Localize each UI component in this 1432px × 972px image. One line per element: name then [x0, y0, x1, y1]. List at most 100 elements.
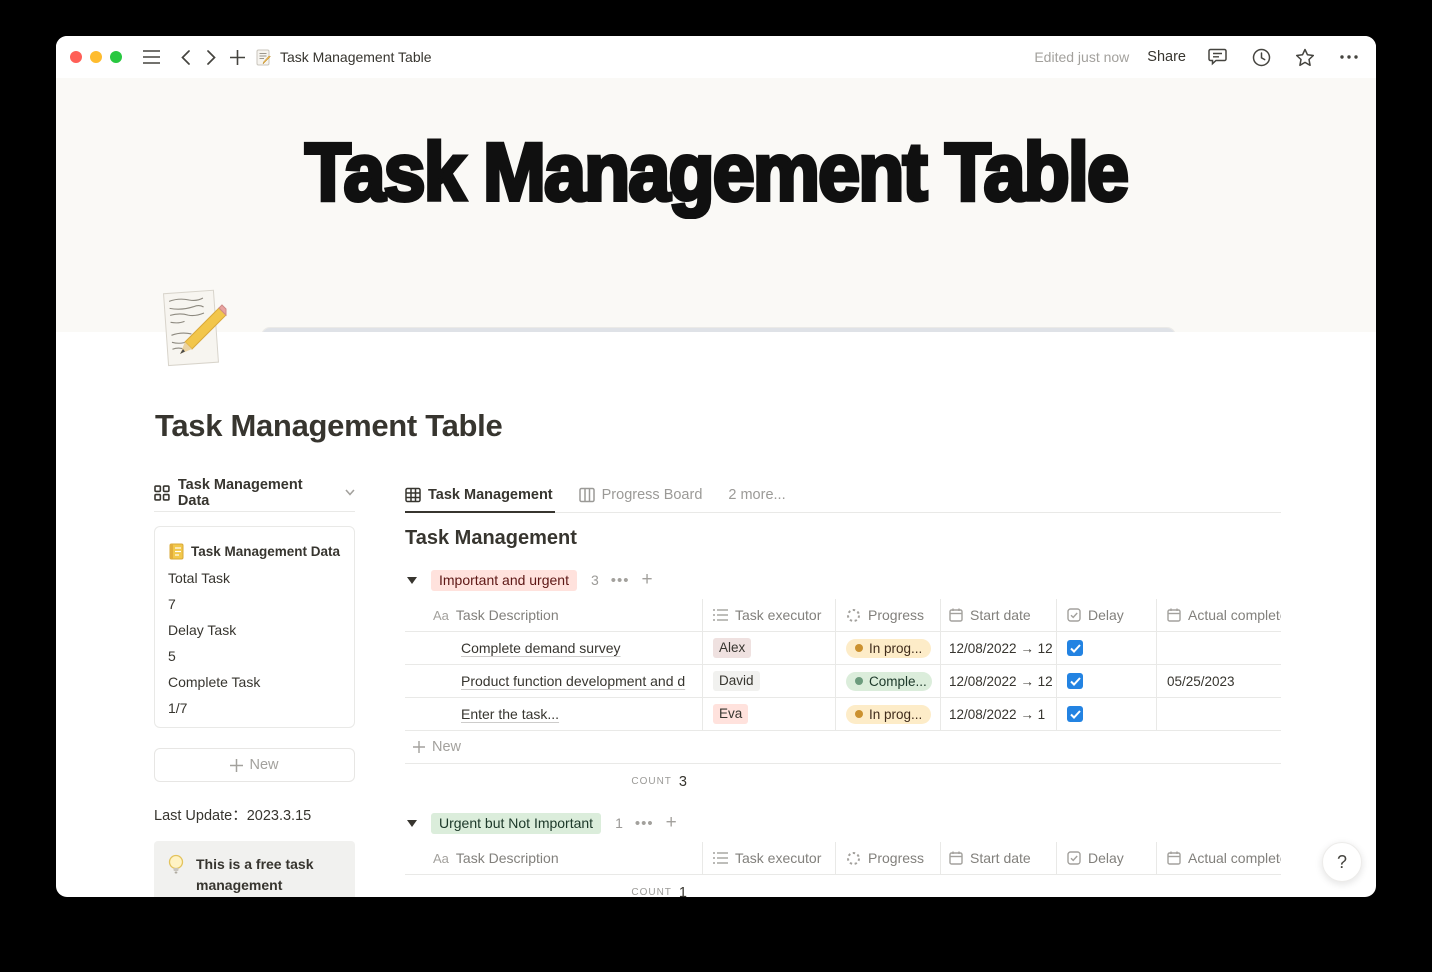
group-calculation[interactable]: COUNT 3 — [405, 764, 703, 799]
table-view-icon — [405, 487, 421, 503]
column-header-task-executor[interactable]: Task executor — [703, 842, 836, 874]
group-more-icon[interactable]: ••• — [611, 572, 630, 589]
info-callout[interactable]: This is a free task management system. — [154, 841, 355, 897]
delay-checkbox[interactable] — [1067, 706, 1083, 722]
column-header-delay[interactable]: Delay — [1057, 599, 1157, 631]
last-update-value: 2023.3.15 — [246, 808, 312, 824]
traffic-zoom-button[interactable] — [110, 51, 122, 63]
column-label: Task Description — [455, 607, 559, 623]
column-header-progress[interactable]: Progress — [836, 599, 941, 631]
column-label: Task executor — [735, 607, 822, 623]
column-header-actual-complete[interactable]: Actual complete — [1157, 599, 1281, 631]
executor-tag[interactable]: Alex — [713, 638, 752, 658]
table-row[interactable]: Complete demand survey Alex In prog... 1… — [405, 632, 1281, 665]
column-label: Delay — [1088, 850, 1124, 866]
column-header-start-date[interactable]: Start date — [941, 842, 1057, 874]
executor-tag[interactable]: David — [713, 671, 760, 691]
column-header-task-description[interactable]: Aa Task Description — [405, 599, 703, 631]
last-update-line: Last Update：2023.3.15 — [154, 804, 355, 825]
comments-icon[interactable] — [1204, 44, 1230, 70]
view-tabs: Task Management Progress Board 2 more... — [405, 478, 1281, 513]
sidebar-new-button[interactable]: New — [154, 748, 355, 782]
start-date-value[interactable]: 12/08/2022 → 1 — [949, 707, 1045, 722]
executor-tag[interactable]: Eva — [713, 704, 749, 724]
nav-forward-icon[interactable] — [198, 44, 224, 70]
status-dot — [855, 677, 863, 685]
stat-value-total-task: 7 — [168, 596, 176, 612]
column-header-progress[interactable]: Progress — [836, 842, 941, 874]
group-count: 1 — [615, 815, 623, 831]
tab-progress-board[interactable]: Progress Board — [578, 478, 703, 512]
more-options-icon[interactable] — [1336, 44, 1362, 70]
task-title-link[interactable]: Product function development and d — [461, 673, 685, 689]
group-add-icon[interactable]: + — [666, 812, 677, 834]
start-date-value[interactable]: 12/08/2022 → 12 — [949, 641, 1053, 656]
plus-icon — [413, 741, 425, 753]
group-add-icon[interactable]: + — [642, 569, 653, 591]
traffic-minimize-button[interactable] — [90, 51, 102, 63]
chevron-down-icon — [345, 489, 355, 496]
group-collapse-toggle-icon[interactable] — [407, 576, 417, 584]
new-tab-icon[interactable] — [224, 44, 250, 70]
group-name-badge[interactable]: Urgent but Not Important — [431, 812, 602, 834]
task-title-link[interactable]: Enter the task... — [461, 706, 559, 722]
favorite-star-icon[interactable] — [1292, 44, 1318, 70]
column-label: Delay — [1088, 607, 1124, 623]
tab-label: Progress Board — [601, 487, 703, 503]
progress-status-pill[interactable]: Comple... — [846, 671, 932, 691]
column-header-actual-complete[interactable]: Actual complete — [1157, 842, 1281, 874]
main-content: Task Management Progress Board 2 more...… — [405, 478, 1281, 897]
summary-card[interactable]: Task Management Data Total Task 7 Delay … — [154, 526, 355, 728]
linked-view-selector[interactable]: Task Management Data — [154, 474, 355, 512]
progress-status-pill[interactable]: In prog... — [846, 704, 932, 724]
table-row[interactable]: Enter the task... Eva In prog... 12/08/2… — [405, 698, 1281, 731]
traffic-close-button[interactable] — [70, 51, 82, 63]
select-list-icon — [713, 609, 728, 621]
plus-icon — [230, 758, 244, 772]
start-date-value[interactable]: 12/08/2022 → 12 — [949, 674, 1053, 689]
tab-task-management[interactable]: Task Management — [405, 478, 555, 513]
group-collapse-toggle-icon[interactable] — [407, 819, 417, 827]
help-button[interactable]: ? — [1322, 842, 1362, 882]
actual-complete-value[interactable]: 05/25/2023 — [1167, 674, 1235, 689]
status-dot — [855, 710, 863, 718]
table-row[interactable]: Product function development and d David… — [405, 665, 1281, 698]
nav-back-icon[interactable] — [172, 44, 198, 70]
stat-label-total-task: Total Task — [168, 570, 230, 586]
stat-value-complete-task: 1/7 — [168, 700, 188, 716]
column-label: Actual complete — [1188, 850, 1281, 866]
new-row-label: New — [432, 739, 462, 755]
column-header-delay[interactable]: Delay — [1057, 842, 1157, 874]
page-cover: Task Management Table AI Marketing Copy … — [56, 78, 1376, 332]
column-label: Start date — [970, 850, 1031, 866]
column-header-task-description[interactable]: Aa Task Description — [405, 842, 703, 874]
tab-more-views[interactable]: 2 more... — [728, 478, 785, 512]
column-header-task-executor[interactable]: Task executor — [703, 599, 836, 631]
group-header-urgent-not-important: Urgent but Not Important 1 ••• + — [405, 810, 1281, 836]
add-new-row-button[interactable]: New — [405, 731, 1281, 764]
page-title: Task Management Table — [155, 408, 503, 443]
group-name-badge[interactable]: Important and urgent — [431, 569, 577, 591]
calendar-icon — [949, 608, 963, 622]
column-label: Progress — [868, 607, 925, 623]
sidebar-menu-icon[interactable] — [138, 44, 164, 70]
callout-text: This is a free task management system. — [196, 856, 314, 893]
calendar-icon — [1167, 608, 1181, 622]
column-header-start-date[interactable]: Start date — [941, 599, 1057, 631]
group-calculation[interactable]: COUNT 1 — [405, 875, 703, 898]
progress-status-pill[interactable]: In prog... — [846, 638, 932, 658]
page-pencil-icon[interactable] — [160, 288, 228, 370]
history-clock-icon[interactable] — [1248, 44, 1274, 70]
delay-checkbox[interactable] — [1067, 640, 1083, 656]
stat-label-delay-task: Delay Task — [168, 622, 237, 638]
browser-tabstrip: AI Marketing Copy OS ✕ + ⌄ — [262, 328, 1175, 332]
share-button[interactable]: Share — [1147, 49, 1186, 65]
delay-checkbox[interactable] — [1067, 673, 1083, 689]
count-value: 1 — [678, 884, 687, 898]
group-more-icon[interactable]: ••• — [635, 815, 654, 832]
stat-label-complete-task: Complete Task — [168, 674, 261, 690]
stat-value-delay-task: 5 — [168, 648, 176, 664]
view-selector-label: Task Management Data — [177, 476, 303, 509]
task-title-link[interactable]: Complete demand survey — [461, 640, 621, 656]
status-spinner-icon — [847, 851, 860, 865]
